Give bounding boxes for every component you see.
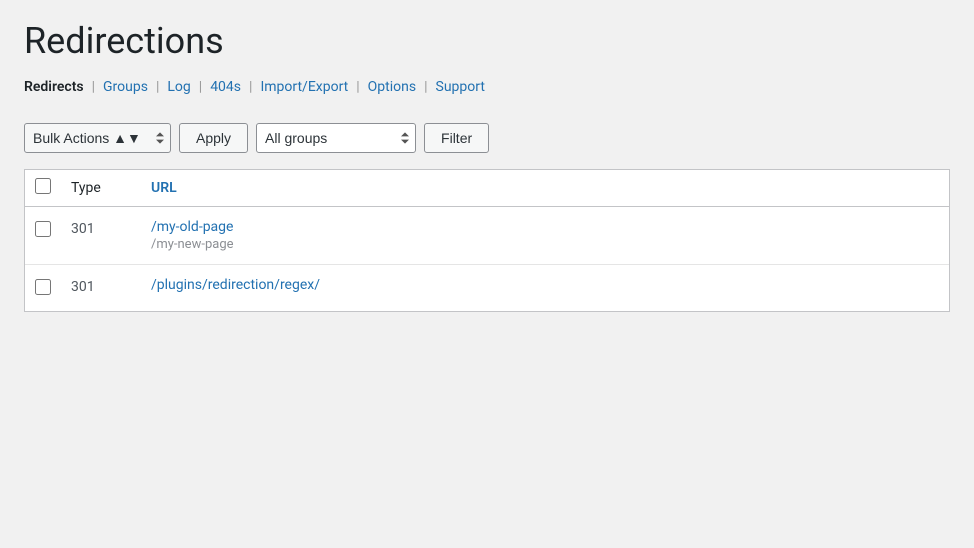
bulk-actions-select[interactable]: Bulk Actions ▲▼ (24, 123, 171, 153)
row-1-checkbox[interactable] (35, 221, 51, 237)
redirects-table: Type URL 301 /my-old-page /my-new-page (25, 170, 949, 311)
nav-separator-2: | (156, 79, 159, 95)
nav-tab-redirects[interactable]: Redirects (24, 79, 84, 95)
header-type: Type (61, 170, 141, 207)
nav-tab-support[interactable]: Support (436, 79, 485, 95)
groups-select[interactable]: All groups (256, 123, 416, 153)
table-container: Type URL 301 /my-old-page /my-new-page (24, 169, 950, 312)
nav-tabs: Redirects | Groups | Log | 404s | Import… (24, 79, 950, 95)
row-2-url-cell: /plugins/redirection/regex/ (141, 265, 949, 312)
row-1-type: 301 (61, 207, 141, 265)
nav-tab-import-export[interactable]: Import/Export (260, 79, 348, 95)
table-row: 301 /my-old-page /my-new-page (25, 207, 949, 265)
row-2-checkbox-cell (25, 265, 61, 312)
page-title: Redirections (24, 20, 950, 63)
row-1-checkbox-cell (25, 207, 61, 265)
nav-tab-groups[interactable]: Groups (103, 79, 148, 95)
row-2-checkbox[interactable] (35, 279, 51, 295)
row-1-url-secondary: /my-new-page (151, 237, 939, 252)
nav-tab-log[interactable]: Log (167, 79, 190, 95)
filter-button[interactable]: Filter (424, 123, 489, 153)
table-row: 301 /plugins/redirection/regex/ (25, 265, 949, 312)
toolbar: Bulk Actions ▲▼ Apply All groups Filter (24, 115, 950, 161)
nav-separator-3: | (199, 79, 202, 95)
row-2-type: 301 (61, 265, 141, 312)
table-body: 301 /my-old-page /my-new-page 301 /plugi… (25, 207, 949, 312)
apply-button[interactable]: Apply (179, 123, 248, 153)
header-url: URL (141, 170, 949, 207)
nav-separator-4: | (249, 79, 252, 95)
row-2-url-primary[interactable]: /plugins/redirection/regex/ (151, 277, 939, 293)
row-1-url-primary[interactable]: /my-old-page (151, 219, 939, 235)
nav-separator-5: | (356, 79, 359, 95)
nav-separator-1: | (92, 79, 95, 95)
header-checkbox-cell (25, 170, 61, 207)
nav-tab-404s[interactable]: 404s (210, 79, 241, 95)
page-wrapper: Redirections Redirects | Groups | Log | … (0, 0, 974, 332)
row-1-url-cell: /my-old-page /my-new-page (141, 207, 949, 265)
table-header-row: Type URL (25, 170, 949, 207)
nav-tab-options[interactable]: Options (368, 79, 416, 95)
header-checkbox[interactable] (35, 178, 51, 194)
nav-separator-6: | (424, 79, 427, 95)
